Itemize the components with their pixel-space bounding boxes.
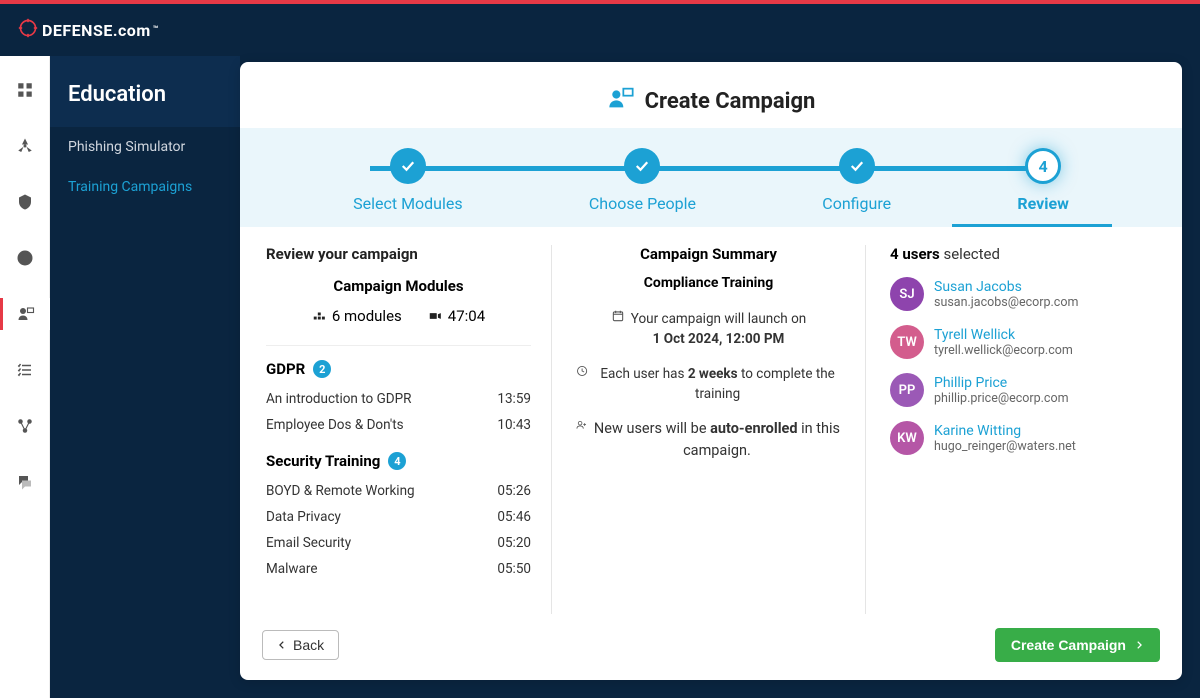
rail-network-icon[interactable] xyxy=(0,410,50,442)
step-choose-people[interactable]: Choose People xyxy=(589,148,696,213)
module-group-heading: Security Training4 xyxy=(266,452,531,470)
wizard-footer: Back Create Campaign xyxy=(240,614,1182,680)
video-icon xyxy=(428,309,442,323)
page-title: Create Campaign xyxy=(645,89,816,114)
rail-checklist-icon[interactable] xyxy=(0,354,50,386)
module-row: Malware05:50 xyxy=(266,556,531,582)
user-name[interactable]: Karine Witting xyxy=(934,423,1076,439)
create-campaign-button[interactable]: Create Campaign xyxy=(995,628,1160,662)
step-configure[interactable]: Configure xyxy=(822,148,891,213)
rail-chat-icon[interactable] xyxy=(0,466,50,498)
rail-radiation-icon[interactable] xyxy=(0,130,50,162)
rail-shield-icon[interactable] xyxy=(0,186,50,218)
chevron-left-icon xyxy=(277,640,287,650)
campaign-summary-column: Campaign Summary Compliance Training You… xyxy=(551,245,866,614)
user-email: tyrell.wellick@ecorp.com xyxy=(934,343,1073,358)
user-email: hugo_reinger@waters.net xyxy=(934,439,1076,454)
sidebar-title: Education xyxy=(50,56,240,127)
module-count-badge: 4 xyxy=(388,452,406,470)
user-row: SJ Susan Jacobs susan.jacobs@ecorp.com xyxy=(890,277,1156,311)
user-email: phillip.price@ecorp.com xyxy=(934,391,1069,406)
icon-rail xyxy=(0,56,50,698)
selected-users-column: 4 users selected SJ Susan Jacobs susan.j… xyxy=(866,245,1156,614)
module-row: Email Security05:20 xyxy=(266,530,531,556)
user-name[interactable]: Phillip Price xyxy=(934,375,1069,391)
user-row: PP Phillip Price phillip.price@ecorp.com xyxy=(890,373,1156,407)
user-avatar: TW xyxy=(890,325,924,359)
user-avatar: KW xyxy=(890,421,924,455)
clock-icon xyxy=(576,364,588,378)
sidebar-item-training[interactable]: Training Campaigns xyxy=(50,167,240,207)
module-count-badge: 2 xyxy=(313,360,331,378)
user-row: TW Tyrell Wellick tyrell.wellick@ecorp.c… xyxy=(890,325,1156,359)
create-campaign-icon xyxy=(607,84,635,118)
user-row: KW Karine Witting hugo_reinger@waters.ne… xyxy=(890,421,1156,455)
review-modules-column: Review your campaign Campaign Modules 6 … xyxy=(266,245,551,614)
module-row: Employee Dos & Don'ts10:43 xyxy=(266,412,531,438)
rail-target-icon[interactable] xyxy=(0,242,50,274)
rail-education-icon[interactable] xyxy=(0,298,50,330)
campaign-name: Compliance Training xyxy=(576,275,841,291)
step-select-modules[interactable]: Select Modules xyxy=(353,148,463,213)
user-avatar: SJ xyxy=(890,277,924,311)
module-group-heading: GDPR2 xyxy=(266,360,531,378)
back-button[interactable]: Back xyxy=(262,630,339,660)
step-review[interactable]: 4 Review xyxy=(1017,148,1069,213)
user-email: susan.jacobs@ecorp.com xyxy=(934,295,1078,310)
calendar-icon xyxy=(611,309,625,323)
chevron-right-icon xyxy=(1134,640,1144,650)
campaign-modules-heading: Campaign Modules xyxy=(266,277,531,295)
user-name[interactable]: Tyrell Wellick xyxy=(934,327,1073,343)
module-row: Data Privacy05:46 xyxy=(266,504,531,530)
user-plus-icon xyxy=(576,418,587,432)
stepper: Select Modules Choose People Configure 4… xyxy=(240,128,1182,227)
user-avatar: PP xyxy=(890,373,924,407)
brand-logo: DEFENSE.com™ xyxy=(18,18,159,43)
page-header: Create Campaign xyxy=(240,62,1182,128)
app-header: DEFENSE.com™ xyxy=(0,4,1200,56)
brand-target-icon xyxy=(18,18,38,43)
sidebar: Education Phishing Simulator Training Ca… xyxy=(50,56,240,698)
review-heading: Review your campaign xyxy=(266,245,531,263)
summary-heading: Campaign Summary xyxy=(576,245,841,263)
rail-dashboard-icon[interactable] xyxy=(0,74,50,106)
modules-icon xyxy=(312,309,326,323)
module-row: BOYD & Remote Working05:26 xyxy=(266,478,531,504)
module-row: An introduction to GDPR13:59 xyxy=(266,386,531,412)
sidebar-item-phishing[interactable]: Phishing Simulator xyxy=(50,127,240,167)
user-name[interactable]: Susan Jacobs xyxy=(934,279,1078,295)
brand-name: DEFENSE.com xyxy=(42,21,151,40)
